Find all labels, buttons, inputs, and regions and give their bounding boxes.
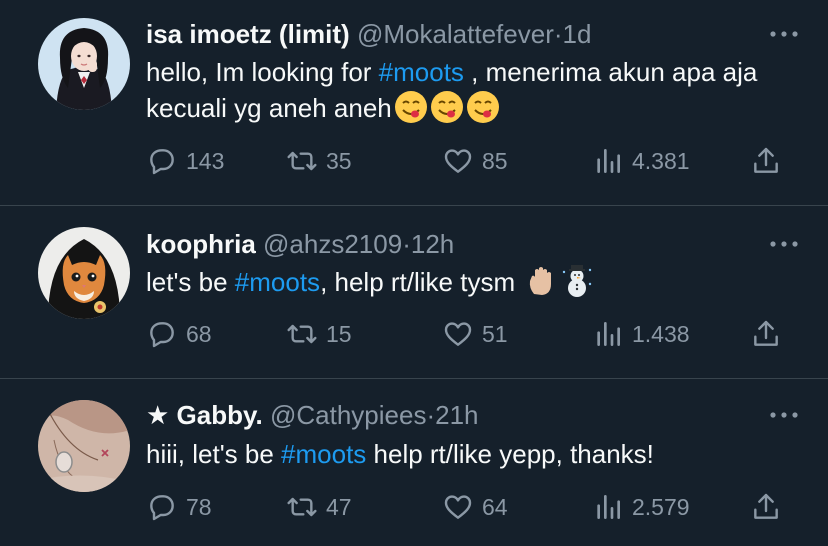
more-options-button[interactable] (764, 19, 804, 49)
reply-count: 78 (186, 493, 212, 520)
retweet-button[interactable]: 35 (286, 141, 352, 181)
timestamp[interactable]: 21h (435, 400, 478, 430)
like-button[interactable]: 64 (442, 487, 508, 527)
separator-dot: · (553, 19, 563, 49)
user-handle[interactable]: @Mokalattefever (357, 19, 554, 49)
reply-count: 68 (186, 320, 212, 347)
user-handle[interactable]: @ahzs2109 (263, 229, 402, 259)
like-icon (444, 322, 472, 346)
reply-button[interactable]: 68 (146, 314, 212, 354)
raised-hand-emoji (524, 264, 558, 307)
more-options-button[interactable] (764, 229, 804, 259)
like-count: 51 (482, 320, 508, 347)
yum-emoji (394, 90, 428, 133)
views-button[interactable]: 1.438 (592, 314, 690, 354)
views-icon (597, 322, 620, 346)
retweet-count: 47 (326, 493, 352, 520)
timestamp[interactable]: 1d (563, 19, 592, 49)
tweet[interactable]: koophria @ahzs2109·12h let's be #moots, … (0, 205, 828, 378)
tweet-header: isa imoetz (limit) @Mokalattefever·1d (146, 19, 768, 49)
like-button[interactable]: 85 (442, 141, 508, 181)
tweet-text: hiii, let's be #moots help rt/like yepp,… (146, 436, 788, 472)
tweet-header: koophria @ahzs2109·12h (146, 229, 768, 259)
separator-dot: · (402, 229, 411, 259)
tweet-header: ★ Gabby. @Cathypiees·21h (146, 400, 768, 430)
views-icon (597, 495, 620, 519)
view-count: 4.381 (632, 147, 690, 174)
tweet[interactable]: ★ Gabby. @Cathypiees·21h hiii, let's be … (0, 378, 828, 546)
display-name[interactable]: koophria (146, 229, 256, 259)
reply-icon (150, 495, 174, 521)
retweet-count: 35 (326, 147, 352, 174)
share-button[interactable] (750, 141, 790, 181)
tweet-text-part: , help rt/like tysm (320, 267, 523, 297)
retweet-icon (287, 497, 317, 517)
tweet-text-part: help rt/like yepp, thanks! (366, 439, 654, 469)
tweet-text-part: hello, Im looking for (146, 57, 379, 87)
reply-count: 143 (186, 147, 225, 174)
hashtag-link[interactable]: #moots (379, 57, 464, 87)
view-count: 1.438 (632, 320, 690, 347)
separator-dot: · (426, 400, 436, 430)
views-button[interactable]: 4.381 (592, 141, 690, 181)
yum-emoji (466, 90, 500, 133)
tweet[interactable]: isa imoetz (limit) @Mokalattefever·1d he… (0, 0, 828, 205)
avatar[interactable] (38, 227, 130, 319)
tweet-actions: 68 15 51 1.438 (146, 314, 786, 354)
retweet-icon (287, 324, 317, 344)
tweet-text: let's be #moots, help rt/like tysm (146, 264, 788, 307)
like-button[interactable]: 51 (442, 314, 508, 354)
avatar[interactable] (38, 18, 130, 110)
reply-icon (150, 149, 174, 175)
display-name[interactable]: isa imoetz (limit) (146, 19, 350, 49)
share-button[interactable] (750, 314, 790, 354)
more-icon (770, 412, 798, 418)
retweet-count: 15 (326, 320, 352, 347)
tweet-text: hello, Im looking for #moots , menerima … (146, 54, 788, 133)
yum-emoji (430, 90, 464, 133)
more-options-button[interactable] (764, 400, 804, 430)
reply-icon (150, 322, 174, 348)
share-icon (754, 493, 778, 519)
more-icon (770, 31, 798, 37)
tweet-actions: 143 35 85 4.381 (146, 141, 786, 181)
tweet-text-part: let's be (146, 267, 235, 297)
user-handle[interactable]: @Cathypiees (270, 400, 426, 430)
snowman-emoji (560, 264, 594, 307)
retweet-icon (287, 151, 317, 171)
hashtag-link[interactable]: #moots (235, 267, 320, 297)
share-icon (754, 147, 778, 173)
like-icon (444, 495, 472, 519)
share-icon (754, 320, 778, 346)
timestamp[interactable]: 12h (411, 229, 454, 259)
tweet-text-part: hiii, let's be (146, 439, 282, 469)
like-count: 64 (482, 493, 508, 520)
reply-button[interactable]: 143 (146, 141, 224, 181)
share-button[interactable] (750, 487, 790, 527)
retweet-button[interactable]: 15 (286, 314, 352, 354)
retweet-button[interactable]: 47 (286, 487, 352, 527)
tweet-actions: 78 47 64 2.579 (146, 487, 786, 527)
reply-button[interactable]: 78 (146, 487, 212, 527)
views-button[interactable]: 2.579 (592, 487, 690, 527)
more-icon (770, 241, 798, 247)
view-count: 2.579 (632, 493, 690, 520)
views-icon (597, 149, 620, 173)
avatar[interactable] (38, 400, 130, 492)
like-icon (444, 149, 472, 173)
display-name[interactable]: ★ Gabby. (146, 400, 263, 430)
like-count: 85 (482, 147, 508, 174)
hashtag-link[interactable]: #moots (281, 439, 366, 469)
